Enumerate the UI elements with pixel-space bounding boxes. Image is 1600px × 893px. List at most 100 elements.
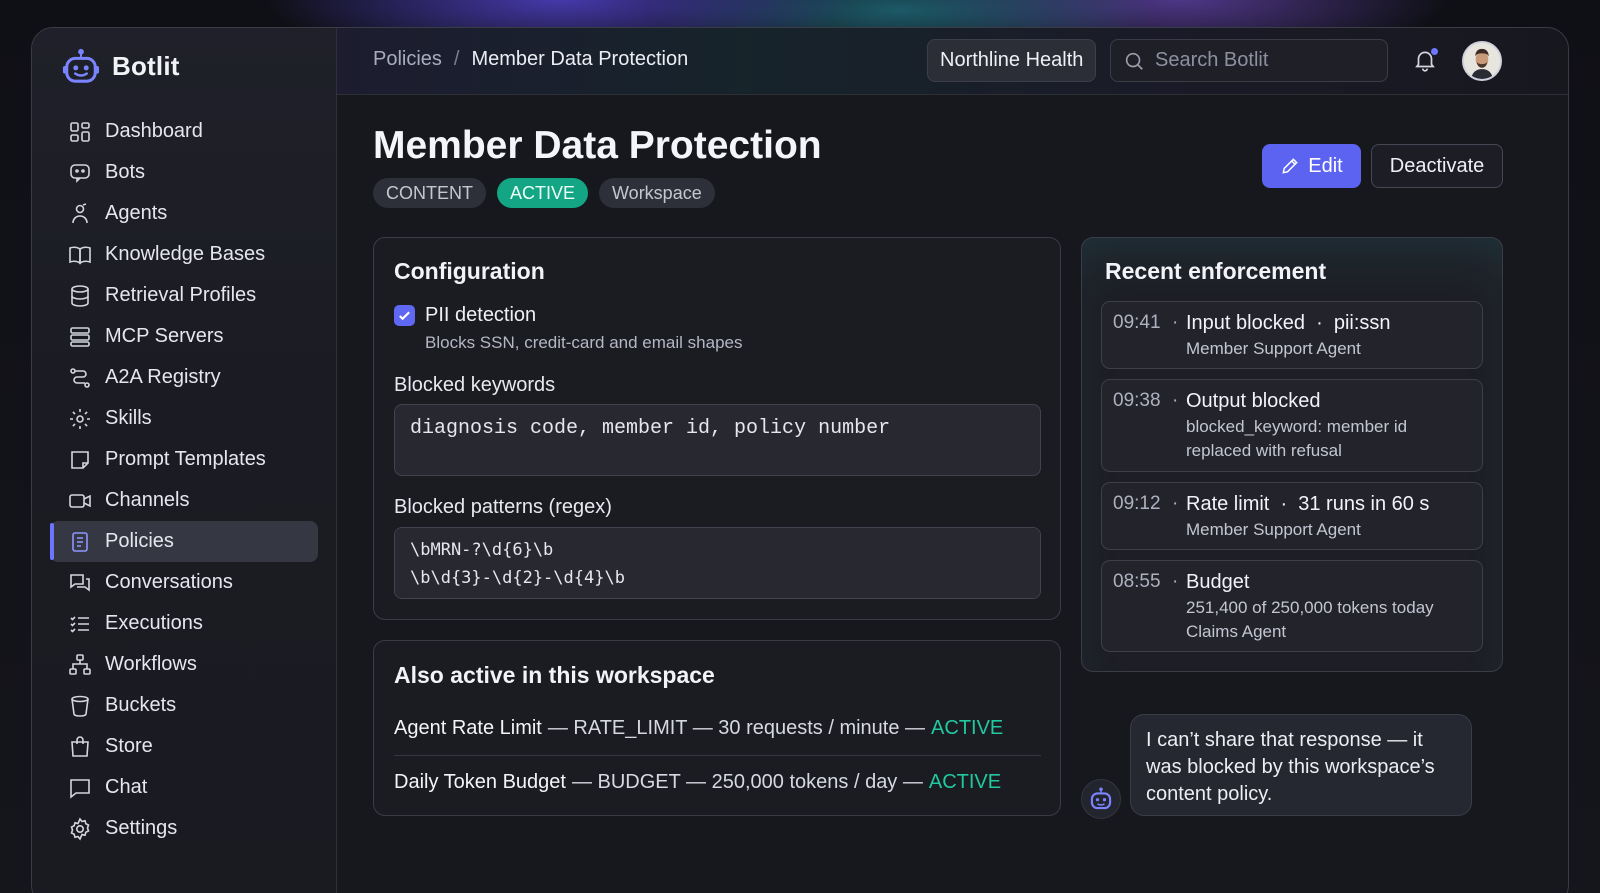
brand[interactable]: Botlit	[62, 44, 180, 88]
sidebar-item-label: Workflows	[105, 653, 197, 675]
recent-enforcement-card: Recent enforcement 09:41 · Input blocked…	[1081, 237, 1503, 672]
list-icon	[70, 615, 89, 633]
configuration-title: Configuration	[394, 258, 545, 284]
blocked-keywords-input[interactable]: diagnosis code, member id, policy number	[394, 404, 1041, 476]
sidebar-item-label: Settings	[105, 817, 178, 839]
sidebar-item-label: Dashboard	[105, 120, 203, 142]
notifications-button[interactable]	[1412, 47, 1440, 75]
edit-button[interactable]: Edit	[1262, 144, 1361, 188]
policy-details: — BUDGET — 250,000 tokens / day —	[571, 771, 923, 793]
sidebar-item-channels[interactable]: Channels	[50, 480, 318, 521]
enforcement-event[interactable]: 09:12 · Rate limit · 31 runs in 60 s Mem…	[1101, 482, 1483, 550]
configuration-card: Configuration PII detection Blocks SSN, …	[373, 237, 1061, 620]
sidebar-item-skills[interactable]: Skills	[50, 398, 318, 439]
shopping-bag-icon	[71, 735, 89, 757]
agent-icon	[72, 202, 88, 223]
event-separator: ·	[1172, 312, 1179, 333]
search-input[interactable]	[1155, 49, 1365, 72]
divider	[394, 755, 1041, 756]
user-avatar[interactable]	[1462, 41, 1502, 81]
check-icon	[399, 311, 410, 321]
event-title: Input blocked · pii:ssn	[1186, 312, 1391, 334]
status-badge: ACTIVE	[497, 178, 589, 208]
sidebar-item-label: MCP Servers	[105, 325, 224, 347]
sidebar-item-retrieval-profiles[interactable]: Retrieval Profiles	[50, 275, 318, 316]
event-time: 09:41	[1113, 312, 1161, 333]
document-icon	[72, 531, 88, 552]
sidebar-item-conversations[interactable]: Conversations	[50, 562, 318, 603]
sidebar-item-knowledge-bases[interactable]: Knowledge Bases	[50, 234, 318, 275]
bot-avatar	[1081, 779, 1121, 819]
avatar-image	[1464, 43, 1500, 79]
blocked-patterns-input[interactable]: \bMRN-?\d{6}\b \b\d{3}-\d{2}-\d{4}\b	[394, 527, 1041, 599]
sidebar-item-executions[interactable]: Executions	[50, 603, 318, 644]
event-subtitle: Member Support Agent	[1186, 339, 1361, 358]
breadcrumb-separator: /	[453, 48, 460, 70]
video-icon	[69, 493, 91, 508]
dashboard-icon	[70, 121, 90, 142]
sidebar-nav: Dashboard Bots Agents Knowledge Bases Re…	[50, 111, 318, 849]
enforcement-event[interactable]: 08:55 · Budget 251,400 of 250,000 tokens…	[1101, 560, 1483, 652]
event-subtitle: 251,400 of 250,000 tokens today Claims A…	[1186, 598, 1434, 641]
app-name: Botlit	[112, 50, 180, 81]
policy-name: Daily Token Budget	[394, 771, 566, 793]
org-switcher[interactable]: Northline Health	[927, 39, 1097, 82]
sidebar-item-label: Conversations	[105, 571, 233, 593]
enforcement-event[interactable]: 09:41 · Input blocked · pii:ssn Member S…	[1101, 301, 1483, 369]
search-box[interactable]	[1110, 39, 1388, 82]
bot-logo-icon	[62, 48, 100, 83]
event-separator: ·	[1172, 390, 1179, 411]
sidebar-item-label: Prompt Templates	[105, 448, 266, 470]
pencil-icon	[1282, 158, 1298, 174]
breadcrumb-parent-link[interactable]: Policies	[373, 48, 442, 71]
list-item[interactable]: Agent Rate Limit — RATE_LIMIT — 30 reque…	[394, 717, 1041, 740]
sidebar-item-settings[interactable]: Settings	[50, 808, 318, 849]
sidebar-item-store[interactable]: Store	[50, 726, 318, 767]
sidebar-item-prompt-templates[interactable]: Prompt Templates	[50, 439, 318, 480]
list-item[interactable]: Daily Token Budget — BUDGET — 250,000 to…	[394, 771, 1041, 794]
sidebar-item-label: Agents	[105, 202, 168, 224]
sidebar-item-label: Channels	[105, 489, 190, 511]
type-badge: CONTENT	[373, 178, 486, 208]
sidebar-item-workflows[interactable]: Workflows	[50, 644, 318, 685]
event-separator: ·	[1172, 571, 1179, 592]
bot-icon	[70, 163, 90, 183]
sidebar-item-a2a-registry[interactable]: A2A Registry	[50, 357, 318, 398]
chat-message-bubble: I can’t share that response — it was blo…	[1130, 714, 1472, 816]
sidebar-item-label: Policies	[105, 530, 174, 552]
server-icon	[70, 326, 90, 347]
event-subtitle: blocked_keyword: member id replaced with…	[1186, 417, 1408, 460]
scope-badge: Workspace	[599, 178, 715, 208]
breadcrumb: Policies / Member Data Protection	[373, 48, 688, 71]
policy-tags: CONTENT ACTIVE Workspace	[373, 178, 715, 208]
enforcement-event[interactable]: 09:38 · Output blocked blocked_keyword: …	[1101, 379, 1483, 472]
policy-status: ACTIVE	[931, 717, 1004, 739]
deactivate-button[interactable]: Deactivate	[1371, 144, 1503, 188]
breadcrumb-current: Member Data Protection	[471, 48, 689, 70]
policy-status: ACTIVE	[928, 771, 1002, 793]
sidebar-item-policies[interactable]: Policies	[50, 521, 318, 562]
sidebar-item-label: Bots	[105, 161, 146, 183]
sidebar-item-agents[interactable]: Agents	[50, 193, 318, 234]
sidebar-item-label: Buckets	[105, 694, 177, 716]
search-icon	[1125, 52, 1143, 70]
event-title: Output blocked	[1186, 390, 1321, 412]
sidebar-item-label: Executions	[105, 612, 203, 634]
pii-detection-row[interactable]: PII detection	[394, 304, 536, 327]
also-active-title: Also active in this workspace	[394, 662, 715, 688]
sidebar-item-buckets[interactable]: Buckets	[50, 685, 318, 726]
recent-enforcement-title: Recent enforcement	[1105, 258, 1327, 284]
event-time: 09:38	[1113, 390, 1161, 411]
sidebar-item-chat[interactable]: Chat	[50, 767, 318, 808]
event-title: Rate limit · 31 runs in 60 s	[1186, 493, 1430, 515]
sidebar-item-mcp-servers[interactable]: MCP Servers	[50, 316, 318, 357]
bot-icon	[1090, 787, 1112, 810]
event-separator: ·	[1172, 493, 1179, 514]
app-window: Botlit Dashboard Bots Agents Knowledge B…	[31, 27, 1569, 893]
pii-detection-checkbox[interactable]	[394, 305, 415, 326]
event-title: Budget	[1186, 571, 1250, 593]
sidebar-item-dashboard[interactable]: Dashboard	[50, 111, 318, 152]
bucket-icon	[71, 695, 89, 717]
sidebar-item-bots[interactable]: Bots	[50, 152, 318, 193]
policy-details: — RATE_LIMIT — 30 requests / minute —	[547, 717, 926, 739]
